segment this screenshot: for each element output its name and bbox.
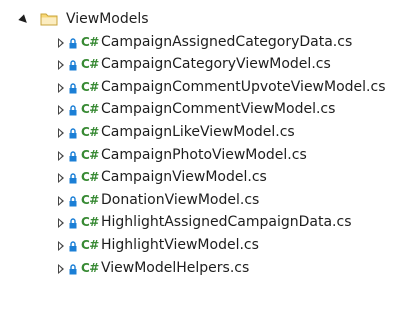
csharp-file-icon: C# [81,170,99,185]
lock-icon [69,173,77,184]
csharp-file-icon: C# [81,34,99,49]
file-label: CampaignAssignedCategoryData.cs [101,33,353,50]
folder-label: ViewModels [66,11,149,27]
file-label: DonationViewModel.cs [101,191,260,208]
lock-icon [69,105,77,116]
file-label: HighlightAssignedCampaignData.cs [101,214,352,231]
expand-arrow-icon[interactable] [58,128,64,138]
lock-icon [69,218,77,229]
expand-arrow-icon[interactable] [58,195,64,206]
tree-file-item[interactable]: C# CampaignCommentUpvoteViewModel.cs [0,77,412,99]
expand-arrow-icon[interactable] [58,241,64,251]
tree-file-item[interactable]: C# CampaignCategoryViewModel.cs [0,54,412,76]
lock-icon [69,150,77,162]
expand-arrow-icon[interactable] [58,37,64,48]
file-label: ViewModelHelpers.cs [101,259,250,276]
csharp-file-icon: C# [81,57,99,72]
csharp-file-icon: C# [81,102,99,117]
expand-arrow-icon[interactable] [58,82,64,93]
lock-icon [69,37,77,49]
file-label: CampaignCategoryViewModel.cs [101,56,331,73]
lock-icon [69,263,77,275]
csharp-file-icon: C# [81,192,99,207]
csharp-file-icon: C# [81,215,99,230]
file-label: CampaignCommentViewModel.cs [101,101,336,118]
expand-arrow-icon[interactable] [58,105,64,116]
tree-file-item[interactable]: C# HighlightAssignedCampaignData.cs [0,212,412,234]
csharp-file-icon: C# [81,125,99,139]
file-label: CampaignViewModel.cs [101,169,267,186]
file-label: CampaignLikeViewModel.cs [101,124,295,140]
folder-row-viewmodels[interactable]: ViewModels [0,9,412,31]
csharp-file-icon: C# [81,238,99,252]
expand-arrow-icon[interactable] [58,60,64,71]
expand-arrow-icon[interactable] [58,263,64,274]
csharp-file-icon: C# [81,147,99,162]
lock-icon [69,128,77,139]
lock-icon [69,241,77,252]
lock-icon [69,83,77,94]
collapse-arrow-icon[interactable] [18,14,30,26]
tree-file-item[interactable]: C# CampaignCommentViewModel.cs [0,99,412,121]
expand-arrow-icon[interactable] [58,150,64,161]
expand-arrow-icon[interactable] [58,173,64,184]
file-label: HighlightViewModel.cs [101,237,259,253]
file-label: CampaignCommentUpvoteViewModel.cs [101,78,386,95]
tree-file-item[interactable]: C# HighlightViewModel.cs [0,235,412,257]
solution-explorer-tree: ViewModels C# CampaignAssignedCategoryDat… [0,0,412,311]
csharp-file-icon: C# [81,260,99,275]
lock-icon [69,196,77,207]
tree-file-item[interactable]: C# CampaignViewModel.cs [0,167,412,189]
expand-arrow-icon[interactable] [58,218,64,229]
tree-file-item[interactable]: C# CampaignLikeViewModel.cs [0,122,412,144]
tree-file-item[interactable]: C# CampaignAssignedCategoryData.cs [0,32,412,54]
tree-file-item[interactable]: C# DonationViewModel.cs [0,190,412,212]
folder-icon [40,13,58,26]
csharp-file-icon: C# [81,79,99,94]
tree-file-item[interactable]: C# ViewModelHelpers.cs [0,258,412,280]
lock-icon [69,60,77,71]
tree-file-item[interactable]: C# CampaignPhotoViewModel.cs [0,145,412,167]
file-label: CampaignPhotoViewModel.cs [101,146,307,163]
